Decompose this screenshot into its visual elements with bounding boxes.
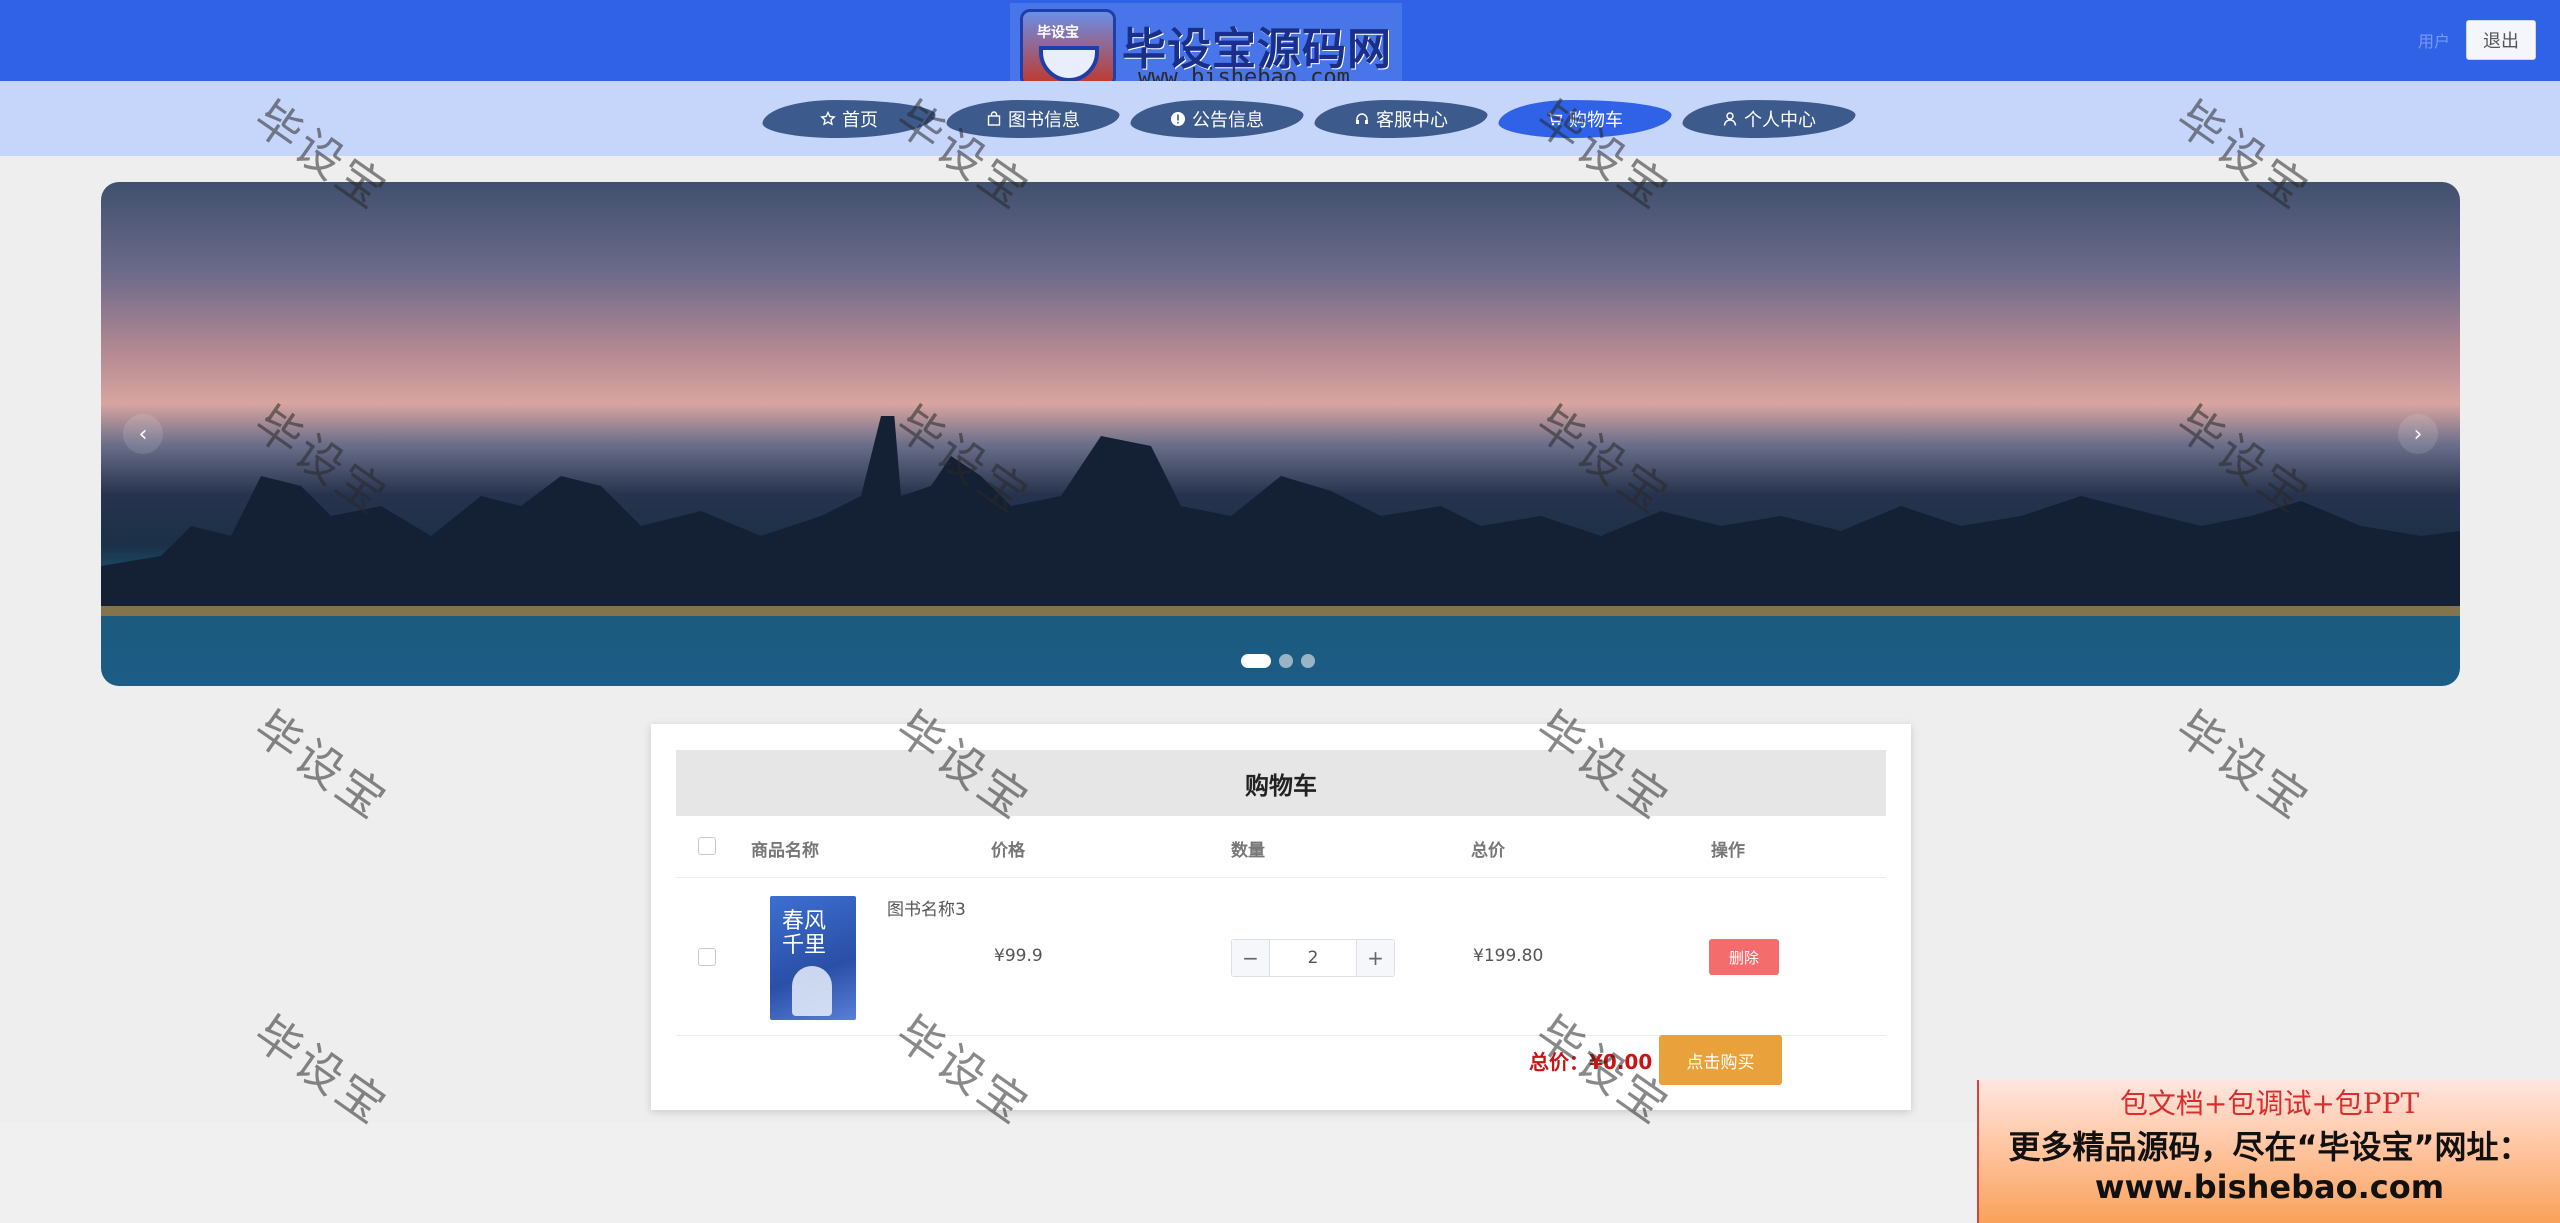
carousel-indicators bbox=[1241, 654, 1315, 668]
nav-item-label: 个人中心 bbox=[1744, 110, 1816, 131]
user-label[interactable]: 用户 bbox=[2418, 28, 2450, 52]
product-name[interactable]: 图书名称3 bbox=[887, 896, 977, 924]
user-icon bbox=[1723, 112, 1737, 126]
watermark: 毕设宝 bbox=[244, 1005, 399, 1136]
logo-emblem-icon: 毕设宝 bbox=[1020, 9, 1116, 87]
info-icon bbox=[1171, 112, 1185, 126]
select-all-checkbox[interactable] bbox=[698, 837, 716, 855]
book-cover-text: 春风 千里 bbox=[782, 909, 827, 958]
table-row: 春风 千里 图书名称3 ¥99.9 − 2 + ¥199.80 删除 bbox=[676, 878, 1886, 1036]
logo-cup-shape bbox=[1039, 46, 1099, 82]
carousel-dot-2[interactable] bbox=[1279, 654, 1293, 668]
col-price: 价格 bbox=[991, 841, 1025, 861]
carousel-dot-3[interactable] bbox=[1301, 654, 1315, 668]
nav-item-label: 客服中心 bbox=[1376, 110, 1448, 131]
promo-banner[interactable]: 包文档+包调试+包PPT 更多精品源码，尽在“毕设宝”网址： www.bishe… bbox=[1977, 1080, 2560, 1223]
item-total: ¥199.80 bbox=[1473, 946, 1544, 966]
quantity-input[interactable]: 2 bbox=[1270, 940, 1356, 976]
top-bar: 毕设宝 毕设宝源码网 www.bishebao.com 用户 退出 bbox=[0, 0, 2560, 99]
col-quantity: 数量 bbox=[1231, 841, 1265, 861]
carousel-next-button[interactable]: › bbox=[2398, 414, 2438, 454]
star-icon bbox=[820, 111, 836, 126]
logo-badge-text: 毕设宝 bbox=[1037, 25, 1079, 41]
item-price: ¥99.9 bbox=[994, 946, 1043, 966]
quantity-stepper: − 2 + bbox=[1231, 939, 1395, 977]
nav-item-profile[interactable]: 个人中心 bbox=[1680, 100, 1858, 138]
nav-item-label: 购物车 bbox=[1569, 110, 1623, 131]
promo-line-2: 更多精品源码，尽在“毕设宝”网址： bbox=[2008, 1128, 2531, 1166]
watermark: 毕设宝 bbox=[244, 700, 399, 831]
header-actions: 用户 退出 bbox=[2418, 20, 2536, 60]
city-skyline-image bbox=[101, 416, 2460, 616]
headset-icon bbox=[1356, 113, 1368, 124]
cart-title: 购物车 bbox=[676, 750, 1886, 816]
cart-panel: 购物车 商品名称 价格 数量 总价 操作 春风 千里 图书名称3 ¥99.9 −… bbox=[651, 724, 1911, 1110]
increase-quantity-button[interactable]: + bbox=[1356, 940, 1394, 976]
delete-button[interactable]: 删除 bbox=[1709, 939, 1779, 975]
cart-table-header: 商品名称 价格 数量 总价 操作 bbox=[676, 816, 1886, 878]
promo-url: www.bishebao.com bbox=[2094, 1168, 2445, 1206]
nav-item-label: 公告信息 bbox=[1192, 110, 1264, 131]
banner-carousel[interactable]: ‹ › bbox=[101, 182, 2460, 686]
promo-line-1: 包文档+包调试+包PPT bbox=[2119, 1087, 2420, 1120]
col-product-name: 商品名称 bbox=[751, 841, 819, 861]
book-cover-image[interactable]: 春风 千里 bbox=[770, 896, 856, 1020]
cart-icon bbox=[1548, 112, 1563, 126]
logout-button[interactable]: 退出 bbox=[2466, 20, 2536, 60]
nav-item-cart[interactable]: 购物车 bbox=[1496, 100, 1674, 138]
carousel-dot-1[interactable] bbox=[1241, 654, 1271, 668]
row-checkbox[interactable] bbox=[698, 948, 716, 966]
watermark: 毕设宝 bbox=[2166, 700, 2321, 831]
carousel-prev-button[interactable]: ‹ bbox=[123, 414, 163, 454]
nav-item-home[interactable]: 首页 bbox=[760, 100, 938, 138]
book-cover-figure bbox=[792, 966, 832, 1016]
col-total: 总价 bbox=[1471, 841, 1505, 861]
nav-item-books[interactable]: 图书信息 bbox=[944, 100, 1122, 138]
main-nav: 首页 图书信息 公告信息 客服中心 购物车 个人中心 bbox=[0, 81, 2560, 156]
nav-item-service[interactable]: 客服中心 bbox=[1312, 100, 1490, 138]
decrease-quantity-button[interactable]: − bbox=[1232, 940, 1270, 976]
nav-item-label: 首页 bbox=[842, 110, 878, 131]
nav-item-label: 图书信息 bbox=[1008, 110, 1080, 131]
nav-item-notices[interactable]: 公告信息 bbox=[1128, 100, 1306, 138]
buy-button[interactable]: 点击购买 bbox=[1659, 1035, 1782, 1085]
bag-icon bbox=[987, 111, 1001, 126]
col-actions: 操作 bbox=[1711, 841, 1745, 861]
cart-total: 总价：¥0.00 bbox=[1529, 1050, 1653, 1074]
